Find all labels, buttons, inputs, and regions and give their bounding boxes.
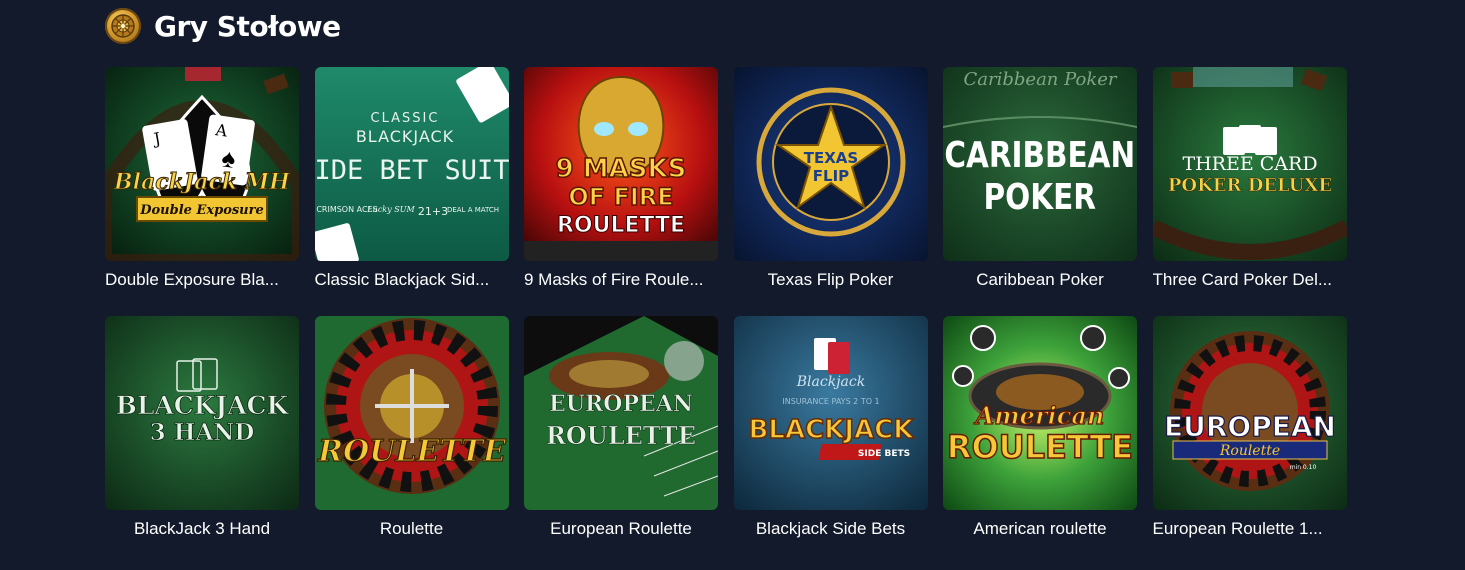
game-thumbnail[interactable]: Blackjack INSURANCE PAYS 2 TO 1 BLACKJAC… — [733, 316, 928, 510]
game-title[interactable]: Caribbean Poker — [943, 269, 1137, 291]
game-logo: Roulette — [1218, 443, 1279, 459]
game-logo: ROULETTE — [546, 421, 696, 450]
game-title[interactable]: BlackJack 3 Hand — [105, 518, 299, 540]
game-thumbnail[interactable]: J A ♠ BlackJack MH Double Exposure — [105, 67, 299, 261]
section-header: Gry Stołowe — [105, 8, 341, 44]
game-title[interactable]: Double Exposure Bla... — [105, 269, 299, 291]
game-logo: SIDE BET SUITE — [315, 155, 509, 186]
game-thumbnail[interactable]: EUROPEAN ROULETTE — [524, 316, 718, 510]
game-tile[interactable]: CLASSIC BLACKJACK SIDE BET SUITE CRIMSON… — [314, 67, 509, 291]
game-thumbnail[interactable]: BLACKJACK 3 HAND — [105, 316, 299, 510]
game-logo: DEAL A MATCH — [446, 206, 498, 214]
game-logo: TEXAS — [803, 149, 857, 167]
game-logo: min 0.10 — [1289, 464, 1316, 471]
game-logo: EUROPEAN — [1164, 410, 1336, 443]
game-title[interactable]: European Roulette 1... — [1153, 518, 1347, 540]
game-tile[interactable]: Blackjack INSURANCE PAYS 2 TO 1 BLACKJAC… — [733, 316, 928, 540]
game-logo: THREE CARD — [1182, 153, 1317, 175]
game-grid: J A ♠ BlackJack MH Double Exposure Doubl… — [105, 67, 1347, 540]
game-logo: POKER DELUXE — [1167, 175, 1331, 196]
game-tile[interactable]: American ROULETTE American roulette — [943, 316, 1137, 540]
game-logo: POKER — [984, 175, 1096, 218]
game-logo: BLACKJACK — [355, 127, 453, 146]
game-tile[interactable]: ROULETTE Roulette — [314, 316, 509, 540]
game-title[interactable]: American roulette — [943, 518, 1137, 540]
game-logo: Caribbean Poker — [964, 69, 1118, 90]
section-title: Gry Stołowe — [154, 9, 341, 43]
game-tile[interactable]: EUROPEAN Roulette min 0.10 European Roul… — [1152, 316, 1347, 540]
game-logo: FLIP — [812, 167, 848, 185]
game-title[interactable]: European Roulette — [524, 518, 718, 540]
game-title[interactable]: Texas Flip Poker — [734, 269, 928, 291]
game-logo: INSURANCE PAYS 2 TO 1 — [782, 397, 879, 406]
game-logo: SIDE BETS — [857, 449, 909, 459]
game-title[interactable]: 9 Masks of Fire Roule... — [524, 269, 718, 291]
game-thumbnail[interactable]: Caribbean Poker CARIBBEAN POKER — [943, 67, 1137, 261]
game-thumbnail[interactable]: TEXAS FLIP — [733, 67, 928, 261]
game-logo: BLACKJACK — [748, 415, 914, 445]
game-thumbnail[interactable]: American ROULETTE — [943, 316, 1137, 510]
game-logo: ROULETTE — [317, 434, 507, 469]
game-thumbnail[interactable]: THREE CARD POKER DELUXE — [1152, 67, 1347, 261]
game-logo: 9 MASKS — [556, 154, 687, 184]
game-thumbnail[interactable]: EUROPEAN Roulette min 0.10 — [1152, 316, 1347, 510]
game-logo: ROULETTE — [557, 213, 685, 238]
game-thumbnail[interactable]: 9 MASKS OF FIRE ROULETTE — [524, 67, 718, 261]
game-logo: 21+3 — [417, 205, 447, 218]
game-thumbnail[interactable]: CLASSIC BLACKJACK SIDE BET SUITE CRIMSON… — [314, 67, 509, 261]
game-tile[interactable]: THREE CARD POKER DELUXE Three Card Poker… — [1152, 67, 1347, 291]
game-tile[interactable]: EUROPEAN ROULETTE European Roulette — [524, 316, 718, 540]
game-tile[interactable]: 9 MASKS OF FIRE ROULETTE 9 Masks of Fire… — [524, 67, 718, 291]
game-logo: OF FIRE — [568, 183, 673, 211]
game-logo: ROULETTE — [947, 428, 1133, 466]
game-logo: Double Exposure — [139, 203, 264, 218]
game-title[interactable]: Classic Blackjack Sid... — [315, 269, 509, 291]
game-logo: American — [974, 401, 1105, 430]
game-title[interactable]: Three Card Poker Del... — [1153, 269, 1347, 291]
game-tile[interactable]: J A ♠ BlackJack MH Double Exposure Doubl… — [105, 67, 299, 291]
game-logo: Blackjack — [795, 374, 864, 390]
game-logo: BlackJack MH — [113, 169, 291, 195]
game-logo: CARIBBEAN — [944, 133, 1135, 176]
game-title[interactable]: Blackjack Side Bets — [734, 518, 928, 540]
game-tile[interactable]: Caribbean Poker CARIBBEAN POKER Caribbea… — [943, 67, 1137, 291]
game-tile[interactable]: TEXAS FLIP Texas Flip Poker — [733, 67, 928, 291]
game-title[interactable]: Roulette — [315, 518, 509, 540]
game-logo: BLACKJACK — [116, 391, 290, 420]
game-logo: EUROPEAN — [549, 391, 693, 417]
roulette-wheel-icon — [105, 8, 141, 44]
game-logo: CLASSIC — [370, 111, 439, 126]
game-tile[interactable]: BLACKJACK 3 HAND BlackJack 3 Hand — [105, 316, 299, 540]
game-logo: Lucky SUM — [366, 205, 415, 214]
game-thumbnail[interactable]: ROULETTE — [314, 316, 509, 510]
game-logo: 3 HAND — [150, 419, 255, 446]
